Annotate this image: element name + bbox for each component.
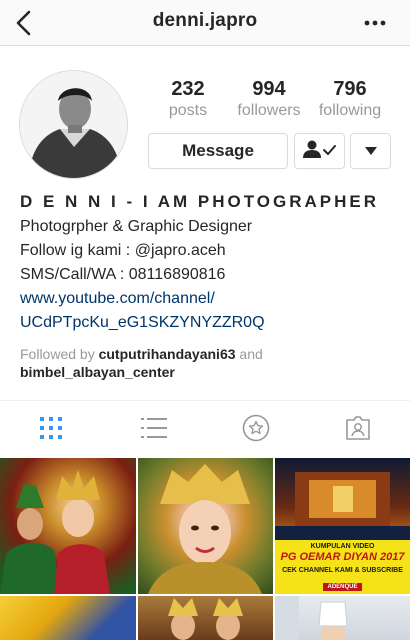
promo-tag: ADENQUE — [323, 583, 362, 591]
posts-count: 232 — [171, 78, 205, 100]
followers-count: 994 — [252, 78, 286, 100]
stat-followers[interactable]: 994 followers — [224, 78, 314, 122]
dropdown-button[interactable] — [350, 133, 391, 169]
tab-tagged[interactable] — [343, 415, 373, 446]
promo-banner: KUMPULAN VIDEO PG OEMAR DIYAN 2017 CEK C… — [275, 540, 410, 594]
post-thumbnail[interactable] — [0, 458, 136, 594]
promo-image — [275, 458, 410, 540]
following-label: following — [318, 102, 382, 119]
profile-bio: D E N N I - I AM PHOTOGRAPHER Photogrphe… — [20, 191, 400, 335]
tagged-person-icon — [345, 415, 371, 446]
promo-caption-bottom: CEK CHANNEL KAMI & SUBSCRIBE — [282, 567, 403, 574]
profile-tab-bar — [0, 400, 410, 456]
photo-grid: KUMPULAN VIDEO PG OEMAR DIYAN 2017 CEK C… — [0, 458, 410, 640]
promo-title: PG OEMAR DIYAN 2017 — [280, 551, 405, 563]
bio-website-link[interactable]: www.youtube.com/channel/ UCdPTpcKu_eG1SK… — [20, 287, 400, 335]
star-badge-icon — [242, 414, 270, 447]
bio-link-part1[interactable]: www.youtube.com/channel/ — [20, 290, 215, 307]
post-thumbnail[interactable] — [0, 596, 136, 640]
promo-caption-top: KUMPULAN VIDEO — [310, 543, 375, 550]
post-thumbnail[interactable] — [275, 596, 410, 640]
followed-prefix: Followed by — [20, 346, 95, 362]
bio-full-name: D E N N I - I AM PHOTOGRAPHER — [20, 192, 380, 211]
stat-following[interactable]: 796 following — [305, 78, 395, 122]
followers-label: followers — [237, 102, 301, 119]
tab-saved[interactable] — [241, 414, 271, 447]
tab-grid[interactable] — [36, 416, 66, 444]
post-thumbnail[interactable] — [138, 596, 273, 640]
bio-link-part2[interactable]: UCdPTpcKu_eG1SKZYNYZZR0Q — [20, 314, 265, 331]
triangle-down-icon — [364, 142, 377, 160]
message-button[interactable]: Message — [148, 133, 288, 169]
post-thumbnail[interactable]: KUMPULAN VIDEO PG OEMAR DIYAN 2017 CEK C… — [275, 458, 410, 594]
person-check-icon — [302, 139, 338, 164]
following-count: 796 — [333, 78, 367, 100]
followed-user-link[interactable]: cutputrihandayani63 — [99, 346, 236, 362]
followed-user-link[interactable]: bimbel_albayan_center — [20, 364, 175, 380]
posts-label: posts — [168, 102, 208, 119]
profile-username: denni.japro — [152, 10, 258, 31]
bio-line: Follow ig kami : @japro.aceh — [20, 242, 226, 259]
bio-line: SMS/Call/WA : 08116890816 — [20, 266, 226, 283]
followed-by-text: Followed by cutputrihandayani63 and bimb… — [20, 345, 400, 381]
avatar[interactable] — [19, 70, 128, 179]
post-thumbnail[interactable] — [138, 458, 273, 594]
top-nav-bar: denni.japro — [0, 0, 410, 46]
tab-list[interactable] — [139, 416, 169, 444]
stat-posts[interactable]: 232 posts — [143, 78, 233, 122]
more-dots-icon[interactable] — [364, 13, 386, 33]
followed-and: and — [239, 346, 263, 362]
list-icon — [141, 417, 167, 444]
following-toggle-button[interactable] — [294, 133, 345, 169]
bio-line: Photogrpher & Graphic Designer — [20, 218, 253, 235]
grid-icon — [39, 416, 63, 445]
